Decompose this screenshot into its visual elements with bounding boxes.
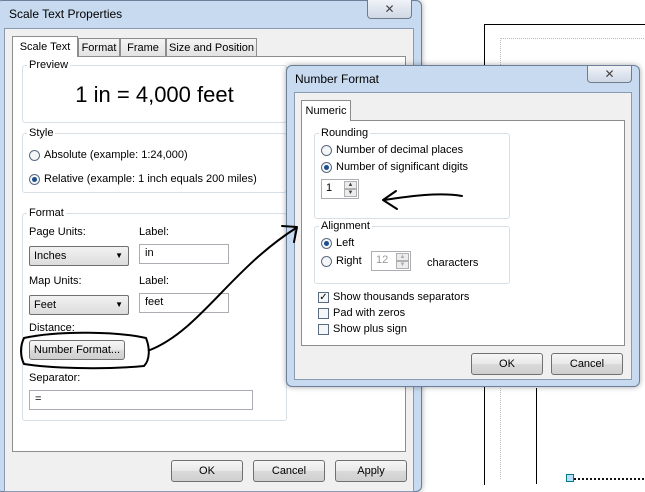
tab-scale-text[interactable]: Scale Text [12,36,78,57]
style-group: Style Absolute (example: 1:24,000) Relat… [22,127,287,193]
decimal-places-label[interactable]: Number of decimal places [336,144,463,156]
spin-up-icon[interactable]: ▲ [344,181,357,189]
cancel-button[interactable]: Cancel [551,353,623,375]
dialog-title: Scale Text Properties [9,7,123,21]
relative-radio-label[interactable]: Relative (example: 1 inch equals 200 mil… [44,173,257,185]
dialog-title: Number Format [295,72,380,86]
preview-text: 1 in = 4,000 feet [75,82,234,107]
page-units-select[interactable]: Inches ▼ [29,246,129,266]
decimal-places-radio[interactable] [321,145,332,156]
numeric-tab-panel: Rounding Number of decimal places Number… [301,120,625,346]
title-bar[interactable]: Scale Text Properties ✕ [0,0,421,27]
tab-frame[interactable]: Frame [120,38,166,57]
characters-label: characters [427,257,479,269]
ok-button[interactable]: OK [171,460,243,482]
spin-down-icon[interactable]: ▼ [344,189,357,197]
rounding-digits-stepper[interactable]: 1 ▲ ▼ [321,179,359,199]
cancel-button[interactable]: Cancel [253,460,325,482]
dialog-client: Numeric Rounding Number of decimal place… [294,92,632,380]
show-plus-label[interactable]: Show plus sign [333,323,407,335]
tab-numeric[interactable]: Numeric [301,100,351,121]
spin-up-icon: ▲ [396,253,409,261]
tab-size-and-position[interactable]: Size and Position [166,38,257,57]
separator-label: Separator: [29,372,81,384]
significant-digits-radio[interactable] [321,162,332,173]
map-units-select[interactable]: Feet ▼ [29,295,129,315]
relative-radio[interactable] [29,174,40,185]
format-label: Format [27,207,66,219]
align-left-label[interactable]: Left [336,237,354,249]
page-label-caption: Label: [139,226,169,238]
scale-bar-text-selection [574,478,644,480]
close-button[interactable]: ✕ [587,66,632,83]
rounding-group: Rounding Number of decimal places Number… [314,127,510,219]
characters-stepper: 12 ▲ ▼ [371,251,411,271]
absolute-radio[interactable] [29,150,40,161]
absolute-radio-label[interactable]: Absolute (example: 1:24,000) [44,149,188,161]
selection-handle[interactable] [566,474,574,482]
preview-group: Preview 1 in = 4,000 feet [22,59,287,123]
separator-input[interactable]: = [29,390,253,410]
align-left-radio[interactable] [321,238,332,249]
page-label-input[interactable]: in [139,244,229,264]
show-thousands-checkbox[interactable]: ✓ [318,292,329,303]
map-units-label: Map Units: [29,275,82,287]
number-format-button[interactable]: Number Format... [29,340,125,360]
close-button[interactable]: ✕ [367,0,412,19]
preview-label: Preview [27,59,71,71]
alignment-label: Alignment [319,220,372,232]
significant-digits-label[interactable]: Number of significant digits [336,161,468,173]
map-label-caption: Label: [139,275,169,287]
close-icon: ✕ [604,67,615,81]
spin-down-icon: ▼ [396,261,409,269]
number-format-dialog: Number Format ✕ Numeric Rounding Number … [286,65,640,387]
align-right-radio[interactable] [321,256,332,267]
chevron-down-icon: ▼ [115,300,123,309]
apply-button[interactable]: Apply [335,460,407,482]
page-units-label: Page Units: [29,226,86,238]
close-icon: ✕ [384,2,395,16]
format-group: Format Page Units: Inches ▼ Label: in Ma… [22,207,287,421]
tab-format[interactable]: Format [78,38,120,57]
chevron-down-icon: ▼ [115,251,123,260]
map-label-input[interactable]: feet [139,293,229,313]
data-frame [536,388,645,484]
alignment-group: Alignment Left Right 12 ▲ ▼ characters [314,220,510,284]
rounding-label: Rounding [319,127,371,139]
style-label: Style [27,127,56,139]
align-right-label[interactable]: Right [336,255,362,267]
check-icon: ✓ [319,292,328,303]
pad-zeros-label[interactable]: Pad with zeros [333,307,405,319]
distance-label: Distance: [29,322,75,334]
ok-button[interactable]: OK [471,353,543,375]
pad-zeros-checkbox[interactable] [318,308,329,319]
title-bar[interactable]: Number Format ✕ [287,66,639,92]
show-thousands-label[interactable]: Show thousands separators [333,291,469,303]
show-plus-checkbox[interactable] [318,324,329,335]
